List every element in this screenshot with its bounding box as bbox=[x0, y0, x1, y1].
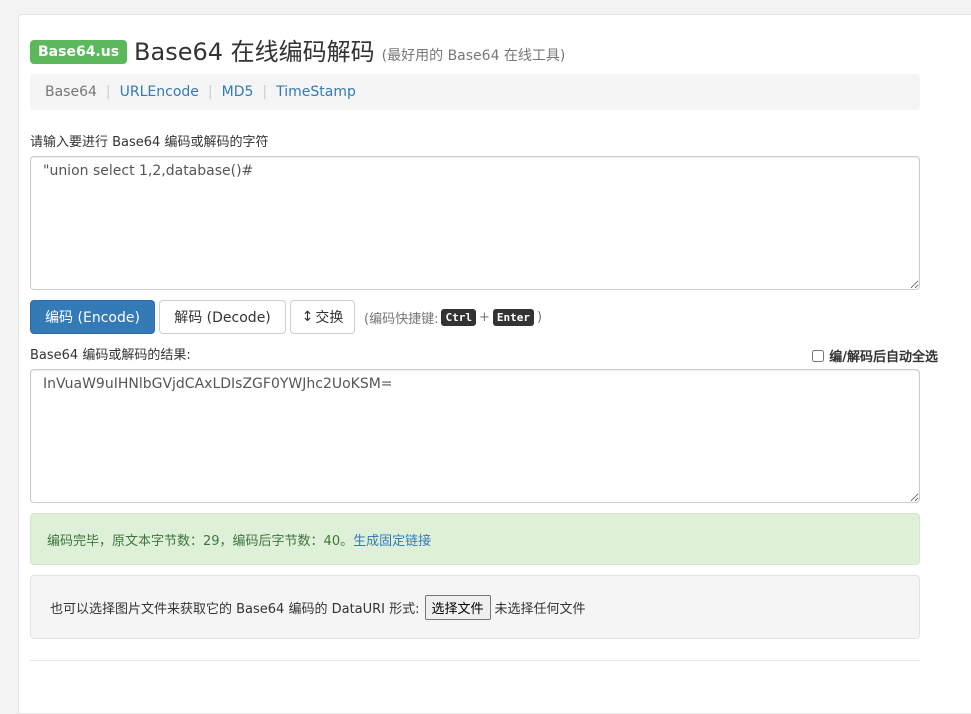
shortcut-hint-suffix: ) bbox=[536, 309, 543, 325]
encode-button[interactable]: 编码 (Encode) bbox=[30, 300, 155, 334]
choose-file-button[interactable]: 选择文件 bbox=[424, 594, 491, 620]
status-message: 编码完毕，原文本字节数：29，编码后字节数：40。 bbox=[47, 533, 354, 549]
status-alert: 编码完毕，原文本字节数：29，编码后字节数：40。 生成固定链接 bbox=[30, 513, 920, 565]
file-status: 未选择任何文件 bbox=[494, 601, 586, 617]
nav-separator: | bbox=[105, 84, 111, 100]
breadcrumb-nav: Base64 | URLEncode | MD5 | TimeStamp bbox=[30, 74, 920, 110]
divider bbox=[30, 660, 920, 661]
shortcut-hint: (编码快捷键: Ctrl + Enter ) bbox=[364, 308, 542, 327]
swap-button-label: 交换 bbox=[315, 310, 344, 326]
nav-item-md5[interactable]: MD5 bbox=[222, 84, 254, 100]
page-header: Base64.us Base64 在线编码解码 (最好用的 Base64 在线工… bbox=[30, 36, 565, 68]
output-label: Base64 编码或解码的结果: bbox=[30, 348, 191, 363]
nav-item-timestamp[interactable]: TimeStamp bbox=[276, 84, 356, 100]
shortcut-plus: + bbox=[478, 309, 490, 325]
output-textarea[interactable] bbox=[30, 369, 920, 503]
decode-button[interactable]: 解码 (Decode) bbox=[159, 300, 286, 334]
nav-item-base64[interactable]: Base64 bbox=[45, 84, 97, 100]
auto-select-checkbox[interactable] bbox=[812, 349, 825, 362]
nav-separator: | bbox=[262, 84, 268, 100]
action-bar: 编码 (Encode) 解码 (Decode) ↕ 交换 (编码快捷键: Ctr… bbox=[30, 300, 542, 334]
nav-item-urlencode[interactable]: URLEncode bbox=[120, 84, 199, 100]
auto-select-label: 编/解码后自动全选 bbox=[829, 350, 938, 365]
page-title: Base64 在线编码解码 bbox=[134, 38, 375, 66]
swap-arrows-icon: ↕ bbox=[301, 309, 314, 325]
auto-select-option[interactable]: 编/解码后自动全选 bbox=[812, 346, 938, 365]
page-subtitle: (最好用的 Base64 在线工具) bbox=[381, 48, 566, 64]
logo-badge[interactable]: Base64.us bbox=[30, 40, 128, 64]
input-label: 请输入要进行 Base64 编码或解码的字符 bbox=[30, 135, 269, 150]
enter-key: Enter bbox=[492, 308, 534, 326]
shortcut-hint-prefix: (编码快捷键: bbox=[364, 311, 439, 327]
file-prompt: 也可以选择图片文件来获取它的 Base64 编码的 DataURI 形式: bbox=[50, 601, 420, 617]
permalink-link[interactable]: 生成固定链接 bbox=[353, 530, 431, 549]
input-textarea[interactable] bbox=[30, 156, 920, 290]
swap-button[interactable]: ↕ 交换 bbox=[290, 300, 355, 334]
nav-separator: | bbox=[207, 84, 213, 100]
file-upload-well: 也可以选择图片文件来获取它的 Base64 编码的 DataURI 形式: 选择… bbox=[30, 575, 920, 639]
ctrl-key: Ctrl bbox=[441, 308, 476, 326]
